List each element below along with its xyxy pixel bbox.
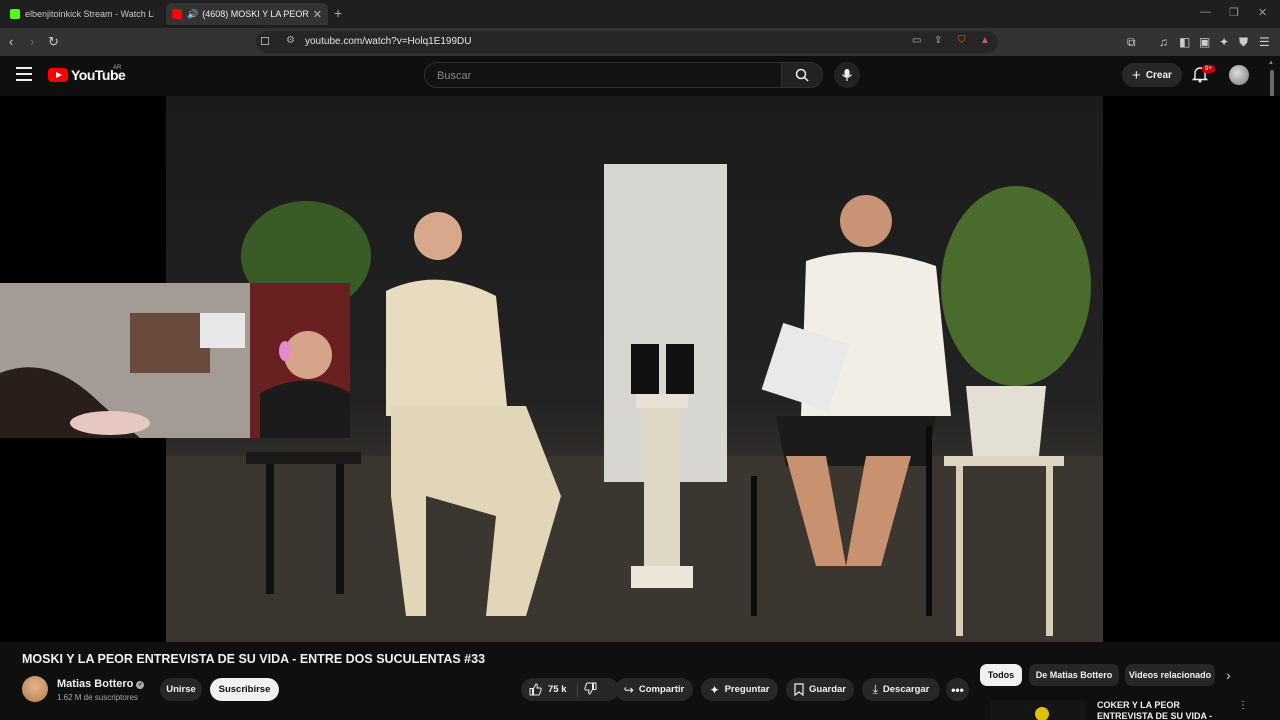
video-title: MOSKI Y LA PEOR ENTREVISTA DE SU VIDA - … xyxy=(22,652,486,666)
country-code: AR xyxy=(113,65,122,71)
join-button[interactable]: Unirse xyxy=(160,678,202,701)
tab-title: elbenjitoinkick Stream - Watch Live o xyxy=(25,9,154,19)
like-button[interactable]: 75 k xyxy=(521,678,619,701)
like-dislike-divider xyxy=(577,682,578,697)
ask-button[interactable]: ✦ Preguntar xyxy=(701,678,778,701)
close-window-icon[interactable]: ✕ xyxy=(1258,6,1267,19)
browser-tab-youtube[interactable]: 🔊 (4608) MOSKI Y LA PEOR ENTREVISTA ✕ xyxy=(166,3,328,25)
like-count: 75 k xyxy=(548,684,567,695)
scroll-up-arrow-icon[interactable]: ▲ xyxy=(1268,60,1274,66)
browser-toolbar: ‹ › ↻ ☐ ⚙ youtube.com/watch?v=Holq1E199D… xyxy=(0,28,1280,56)
brave-shields-icon[interactable]: ⛉ xyxy=(958,35,966,46)
ask-label: Preguntar xyxy=(724,684,770,695)
webcam-feed-illustration xyxy=(0,283,350,438)
sparkle-icon: ✦ xyxy=(709,682,720,697)
notifications-badge: 9+ xyxy=(1202,65,1215,73)
wallet-icon[interactable]: ▣ xyxy=(1199,35,1210,49)
brave-rewards-icon[interactable]: ▲ xyxy=(980,35,990,46)
share-label: Compartir xyxy=(638,684,685,695)
download-label: Descargar xyxy=(882,684,930,695)
site-info-icon[interactable]: ⚙ xyxy=(286,35,295,46)
thumbnail-illustration xyxy=(990,700,1086,720)
screenshot-icon[interactable]: ⧉ xyxy=(1127,35,1136,50)
cast-icon[interactable]: ▭ xyxy=(912,35,921,46)
browser-tab-kick[interactable]: elbenjitoinkick Stream - Watch Live o xyxy=(4,3,160,25)
music-icon[interactable]: ♫ xyxy=(1159,35,1168,49)
chip-all[interactable]: Todos xyxy=(980,664,1022,686)
search-button[interactable] xyxy=(781,62,823,88)
youtube-icon xyxy=(172,9,182,19)
chip-related[interactable]: Videos relacionado xyxy=(1125,664,1215,686)
subscribe-button[interactable]: Suscribirse xyxy=(210,678,279,701)
reload-icon[interactable]: ↻ xyxy=(48,34,59,50)
channel-name[interactable]: Matias Bottero xyxy=(57,678,133,690)
plus-icon: + xyxy=(1132,66,1141,84)
microphone-icon xyxy=(842,69,852,81)
streamer-webcam-overlay xyxy=(0,283,350,438)
save-label: Guardar xyxy=(809,684,846,695)
recommended-video-title[interactable]: COKER Y LA PEOR ENTREVISTA DE SU VIDA - … xyxy=(1097,700,1237,720)
more-actions-button[interactable]: ••• xyxy=(946,678,969,701)
url-text[interactable]: youtube.com/watch?v=Holq1E199DU xyxy=(305,36,471,47)
share-icon: ↪ xyxy=(623,682,634,697)
save-button[interactable]: Guardar xyxy=(786,678,854,701)
voice-search-button[interactable] xyxy=(834,62,860,88)
channel-avatar[interactable] xyxy=(22,676,48,702)
new-tab-icon[interactable]: + xyxy=(334,5,342,21)
thumbs-down-icon[interactable] xyxy=(584,682,597,695)
download-icon: ⤓ xyxy=(872,682,878,696)
speaker-icon: 🔊 xyxy=(187,8,199,19)
menu-icon[interactable]: ☰ xyxy=(1259,35,1270,49)
kick-icon xyxy=(10,9,20,19)
vpn-icon[interactable]: ⛊ xyxy=(1239,35,1248,50)
more-horizontal-icon: ••• xyxy=(951,682,964,697)
recommended-video-thumbnail[interactable] xyxy=(990,700,1086,720)
forward-icon[interactable]: › xyxy=(30,34,34,49)
leo-ai-icon[interactable]: ✦ xyxy=(1219,35,1229,49)
search-box[interactable] xyxy=(424,62,781,88)
search-input[interactable] xyxy=(435,69,759,83)
create-button[interactable]: + Crear xyxy=(1122,63,1182,87)
sidebar-icon[interactable]: ◧ xyxy=(1179,35,1190,49)
youtube-header: YouTube AR + Crear 9+ xyxy=(0,56,1280,96)
download-button[interactable]: ⤓ Descargar xyxy=(862,678,940,701)
close-tab-icon[interactable]: ✕ xyxy=(313,8,322,21)
address-bar[interactable]: ☐ ⚙ youtube.com/watch?v=Holq1E199DU ▭ ⇪ … xyxy=(256,31,998,53)
hamburger-menu-icon[interactable] xyxy=(16,67,32,81)
chip-from-channel[interactable]: De Matias Bottero xyxy=(1029,664,1119,686)
chevron-right-icon[interactable]: › xyxy=(1226,667,1231,683)
more-vertical-icon[interactable]: ⋮ xyxy=(1238,700,1248,711)
bookmark-save-icon xyxy=(794,683,804,696)
subscriber-count: 1.62 M de suscriptores xyxy=(57,693,138,702)
share-page-icon[interactable]: ⇪ xyxy=(934,35,942,46)
browser-tab-strip: elbenjitoinkick Stream - Watch Live o 🔊 … xyxy=(0,0,1280,28)
search-icon xyxy=(795,68,809,82)
verified-badge-icon: ✓ xyxy=(136,681,145,689)
share-button[interactable]: ↪ Compartir xyxy=(615,678,693,701)
back-icon[interactable]: ‹ xyxy=(9,34,13,49)
bookmark-icon[interactable]: ☐ xyxy=(260,35,270,48)
thumbs-up-icon xyxy=(529,683,542,696)
user-avatar[interactable] xyxy=(1229,65,1249,85)
youtube-play-icon xyxy=(48,68,68,82)
minimize-icon[interactable]: — xyxy=(1200,6,1211,18)
channel-name-row[interactable]: Matias Bottero ✓ xyxy=(57,678,145,690)
tab-title: (4608) MOSKI Y LA PEOR ENTREVISTA xyxy=(202,9,309,19)
restore-icon[interactable]: ❐ xyxy=(1229,6,1239,19)
create-label: Crear xyxy=(1145,69,1172,81)
